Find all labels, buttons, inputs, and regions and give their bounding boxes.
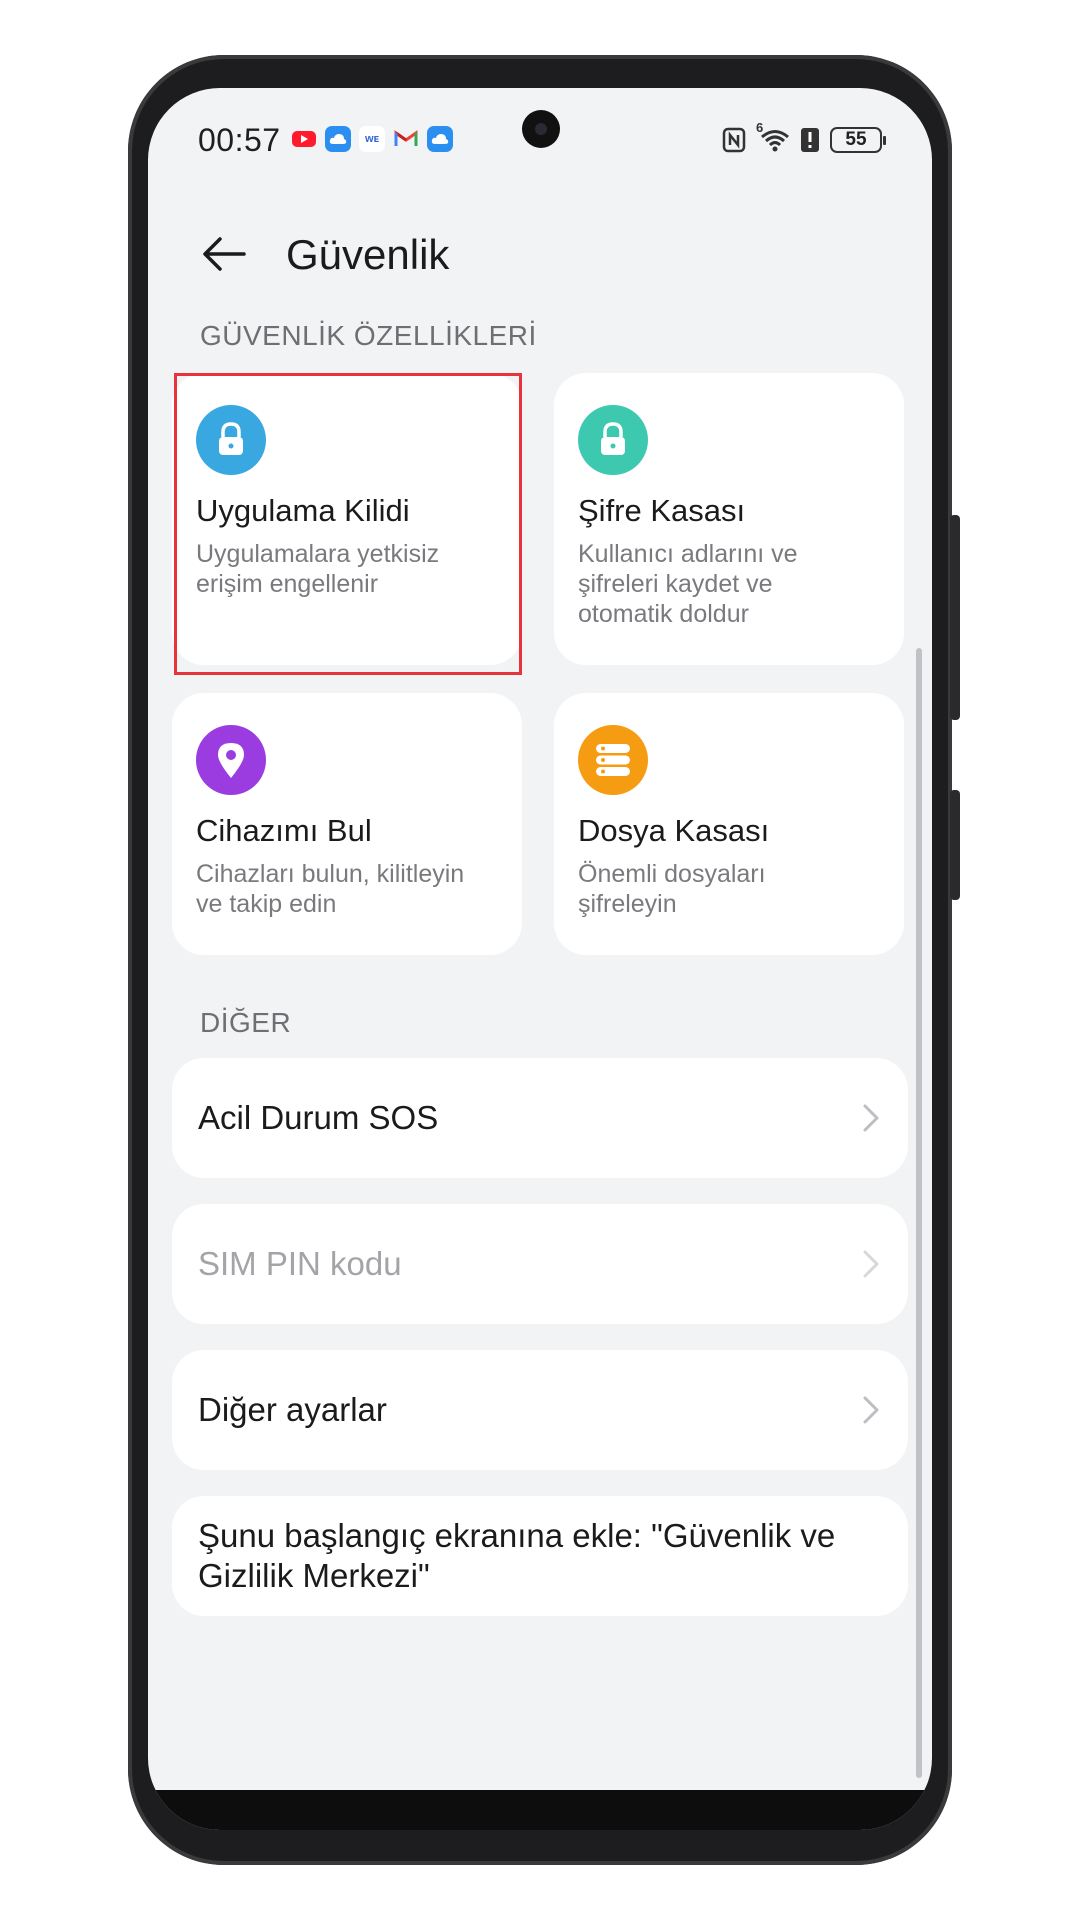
messenger-icon: ᴡᴇ (359, 126, 385, 152)
tile-title: Cihazımı Bul (196, 813, 372, 848)
row-label: Şunu başlangıç ekranına ekle: "Güvenlik … (198, 1517, 836, 1594)
tile-file-vault[interactable]: Dosya Kasası Önemli dosyaları şifreleyin (554, 693, 904, 955)
battery-indicator: 55 (830, 127, 886, 153)
back-button[interactable] (200, 230, 248, 278)
cloud-icon (325, 126, 351, 152)
tile-description: Önemli dosyaları şifreleyin (578, 860, 766, 918)
scrollbar[interactable] (916, 648, 922, 1778)
section-label-other: DİĞER (200, 1007, 292, 1038)
youtube-icon (291, 126, 317, 152)
lock-icon (578, 405, 648, 475)
row-sim-pin[interactable]: SIM PIN kodu (172, 1204, 908, 1324)
chevron-right-icon (863, 1104, 879, 1132)
tile-find-device[interactable]: Cihazımı Bul Cihazları bulun, kilitleyin… (172, 693, 522, 955)
row-label: SIM PIN kodu (198, 1245, 402, 1282)
page-title: Güvenlik (286, 231, 450, 278)
tile-description: Cihazları bulun, kilitleyin ve takip edi… (196, 860, 465, 918)
gmail-icon (393, 126, 419, 152)
row-emergency-sos[interactable]: Acil Durum SOS (172, 1058, 908, 1178)
volume-button (950, 515, 960, 720)
front-camera (522, 110, 560, 148)
status-bar: 00:57 ᴡᴇ 6 55 (148, 88, 932, 178)
status-time: 00:57 (198, 122, 281, 158)
arrow-left-icon (203, 237, 246, 271)
row-label: Diğer ayarlar (198, 1391, 387, 1428)
tile-title: Dosya Kasası (578, 813, 770, 848)
storage-icon (578, 725, 648, 795)
location-pin-icon (196, 725, 266, 795)
tile-description: Kullanıcı adlarını ve şifreleri kaydet v… (578, 540, 798, 628)
wifi-icon: 6 (756, 120, 790, 154)
nfc-icon (722, 127, 746, 153)
section-label-features: GÜVENLİK ÖZELLİKLERİ (200, 320, 537, 351)
tile-password-vault[interactable]: Şifre Kasası Kullanıcı adlarını ve şifre… (554, 373, 904, 665)
row-other-settings[interactable]: Diğer ayarlar (172, 1350, 908, 1470)
tile-title: Şifre Kasası (578, 493, 746, 528)
row-label: Acil Durum SOS (198, 1099, 439, 1136)
selection-highlight (174, 373, 522, 675)
system-icons: 6 55 (722, 120, 886, 154)
alert-icon (801, 128, 819, 152)
bottom-bezel (148, 1790, 932, 1830)
row-add-to-home[interactable]: Şunu başlangıç ekranına ekle: "Güvenlik … (172, 1496, 908, 1616)
battery-level: 55 (845, 129, 867, 150)
screen: 00:57 ᴡᴇ 6 55 Güvenlik GÜVENLİK ÖZELLİKL… (148, 88, 932, 1830)
cloud-icon (427, 126, 453, 152)
chevron-right-icon (863, 1250, 879, 1278)
chevron-right-icon (863, 1396, 879, 1424)
notification-icons: ᴡᴇ (291, 126, 453, 152)
power-button (950, 790, 960, 900)
